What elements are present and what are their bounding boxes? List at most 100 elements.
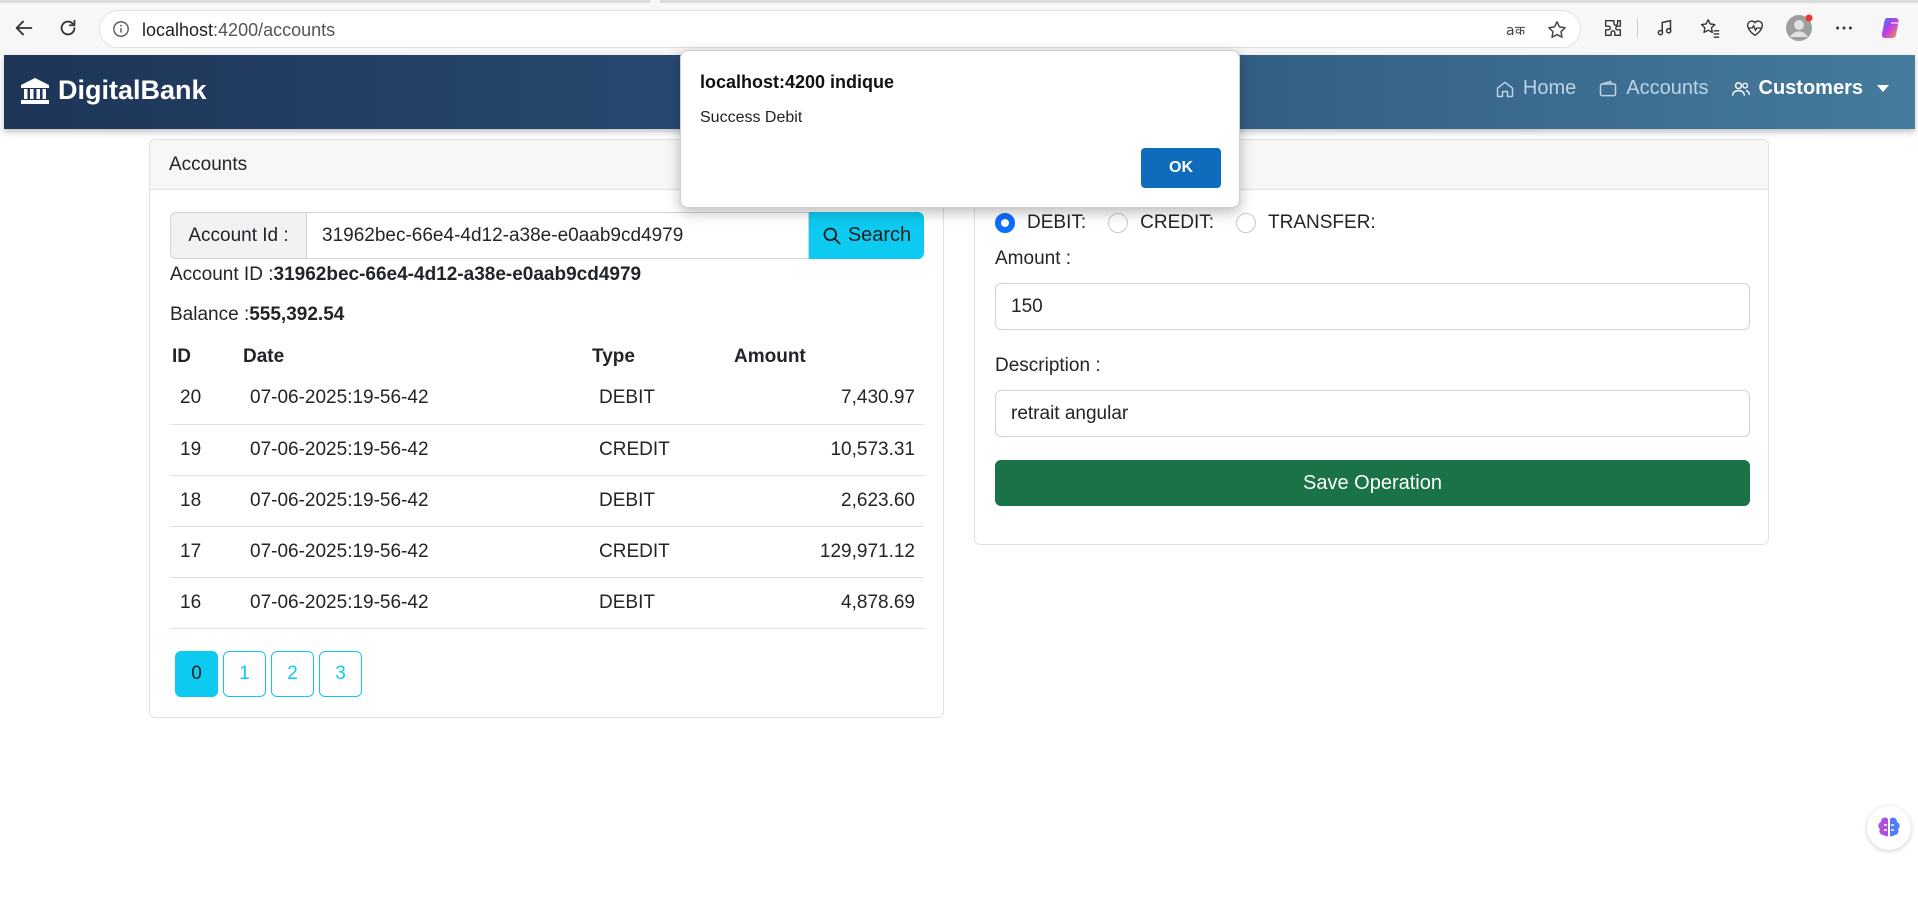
page-button-2[interactable]: 2	[271, 651, 314, 697]
nav-customers-dropdown[interactable]: Customers	[1731, 77, 1889, 100]
cell-id: 17	[170, 526, 241, 578]
toolbar-divider	[1637, 18, 1638, 38]
cell-date: 07-06-2025:19-56-42	[241, 424, 590, 476]
amount-input[interactable]	[995, 283, 1750, 330]
nav-home-label: Home	[1522, 77, 1577, 99]
profile-avatar-icon[interactable]	[1784, 13, 1814, 43]
balance-line: Balance :555,392.54	[170, 304, 344, 326]
page-button-1[interactable]: 1	[223, 651, 266, 697]
browser-essentials-icon[interactable]	[1740, 13, 1770, 43]
radio-transfer-label: TRANSFER:	[1268, 212, 1376, 233]
extensions-icon[interactable]	[1598, 13, 1628, 43]
cell-type: CREDIT	[590, 424, 732, 476]
tab-strip	[0, 0, 1918, 3]
cell-date: 07-06-2025:19-56-42	[241, 373, 590, 425]
chevron-down-icon	[1877, 85, 1889, 92]
cell-date: 07-06-2025:19-56-42	[241, 475, 590, 527]
address-bar[interactable]: localhost:4200/accounts aक	[99, 10, 1581, 48]
table-row: 18 07-06-2025:19-56-42 DEBIT 2,623.60	[170, 475, 924, 527]
home-icon	[1496, 81, 1514, 97]
cell-date: 07-06-2025:19-56-42	[241, 526, 590, 578]
nav-customers-label: Customers	[1758, 77, 1863, 99]
balance-value: 555,392.54	[249, 304, 345, 325]
dialog-ok-button[interactable]: OK	[1141, 148, 1221, 188]
account-id-label: Account Id :	[170, 212, 307, 259]
account-id-caption: Account ID :	[170, 264, 274, 285]
table-row: 17 07-06-2025:19-56-42 CREDIT 129,971.12	[170, 526, 924, 578]
floating-assistant-button[interactable]	[1867, 806, 1911, 850]
cell-id: 18	[170, 475, 241, 527]
cell-amount: 2,623.60	[732, 475, 924, 527]
radio-credit-label: CREDIT:	[1140, 212, 1215, 233]
cell-id: 16	[170, 577, 241, 629]
more-menu-icon[interactable]	[1829, 13, 1859, 43]
bank-icon	[21, 77, 49, 104]
operations-table: ID Date Type Amount 20 07-06-2025:19-56-…	[170, 340, 924, 629]
nav-home[interactable]: Home	[1495, 77, 1576, 100]
column-header-amount: Amount	[734, 345, 806, 367]
column-header-type: Type	[592, 345, 635, 367]
table-row: 20 07-06-2025:19-56-42 DEBIT 7,430.97	[170, 373, 924, 425]
reload-icon	[60, 19, 76, 36]
table-header-row: ID Date Type Amount	[170, 340, 924, 373]
radio-debit-label: DEBIT:	[1027, 212, 1087, 233]
svg-text:a: a	[1506, 23, 1515, 39]
back-arrow-icon	[15, 20, 33, 36]
cell-id: 19	[170, 424, 241, 476]
table-row: 16 07-06-2025:19-56-42 DEBIT 4,878.69	[170, 577, 924, 629]
nav-links: Home Accounts Customers	[1495, 77, 1889, 100]
pagination: 0 1 2 3	[175, 651, 362, 697]
brand-name: DigitalBank	[58, 75, 207, 105]
save-operation-button[interactable]: Save Operation	[995, 460, 1750, 506]
site-info-icon[interactable]	[112, 20, 130, 43]
accounts-card: Accounts Account Id : Search Account ID …	[149, 139, 944, 718]
back-button[interactable]	[8, 12, 40, 44]
cell-type: DEBIT	[590, 577, 732, 629]
favorites-icon[interactable]	[1695, 13, 1725, 43]
amount-label: Amount :	[995, 248, 1072, 269]
radio-credit[interactable]	[1108, 213, 1129, 233]
operation-type-radios: DEBIT: CREDIT: TRANSFER:	[995, 212, 1398, 234]
cell-type: CREDIT	[590, 526, 732, 578]
cell-amount: 129,971.12	[732, 526, 924, 578]
search-button-label: Search	[847, 224, 912, 246]
brain-icon	[1878, 817, 1900, 837]
balance-caption: Balance :	[170, 304, 250, 325]
description-input[interactable]	[995, 390, 1750, 437]
account-id-line: Account ID :31962bec-66e4-4d12-a38e-e0aa…	[170, 264, 641, 286]
svg-text:क: क	[1515, 24, 1526, 39]
people-icon	[1731, 81, 1750, 96]
brand[interactable]: DigitalBank	[20, 75, 207, 106]
table-row: 19 07-06-2025:19-56-42 CREDIT 10,573.31	[170, 424, 924, 476]
cell-amount: 10,573.31	[732, 424, 924, 476]
radio-debit[interactable]	[995, 213, 1015, 233]
favorite-star-icon[interactable]	[1542, 19, 1572, 41]
browser-toolbar: localhost:4200/accounts aक	[0, 0, 1918, 56]
nav-accounts-label: Accounts	[1626, 77, 1709, 99]
column-header-id: ID	[172, 345, 191, 367]
copilot-icon[interactable]	[1877, 13, 1907, 43]
dialog-title: localhost:4200 indique	[700, 72, 895, 92]
search-button[interactable]: Search	[809, 212, 924, 259]
search-icon	[823, 227, 841, 244]
radio-transfer[interactable]	[1236, 213, 1257, 233]
translate-icon[interactable]: aक	[1502, 19, 1532, 41]
dialog-message: Success Debit	[700, 109, 803, 126]
column-header-date: Date	[243, 345, 285, 367]
page-button-0[interactable]: 0	[175, 651, 218, 697]
reload-button[interactable]	[52, 12, 84, 44]
wallet-icon	[1600, 80, 1617, 96]
cell-amount: 7,430.97	[732, 373, 924, 425]
cell-type: DEBIT	[590, 475, 732, 527]
description-label: Description :	[995, 355, 1101, 376]
account-search-group: Account Id : Search	[170, 212, 924, 259]
alert-dialog: localhost:4200 indique Success Debit OK	[680, 50, 1240, 208]
cell-amount: 4,878.69	[732, 577, 924, 629]
cell-type: DEBIT	[590, 373, 732, 425]
cell-id: 20	[170, 373, 241, 425]
nav-accounts[interactable]: Accounts	[1598, 77, 1709, 100]
page-button-3[interactable]: 3	[319, 651, 362, 697]
media-control-icon[interactable]	[1650, 13, 1680, 43]
cell-date: 07-06-2025:19-56-42	[241, 577, 590, 629]
account-id-input[interactable]	[307, 212, 809, 259]
